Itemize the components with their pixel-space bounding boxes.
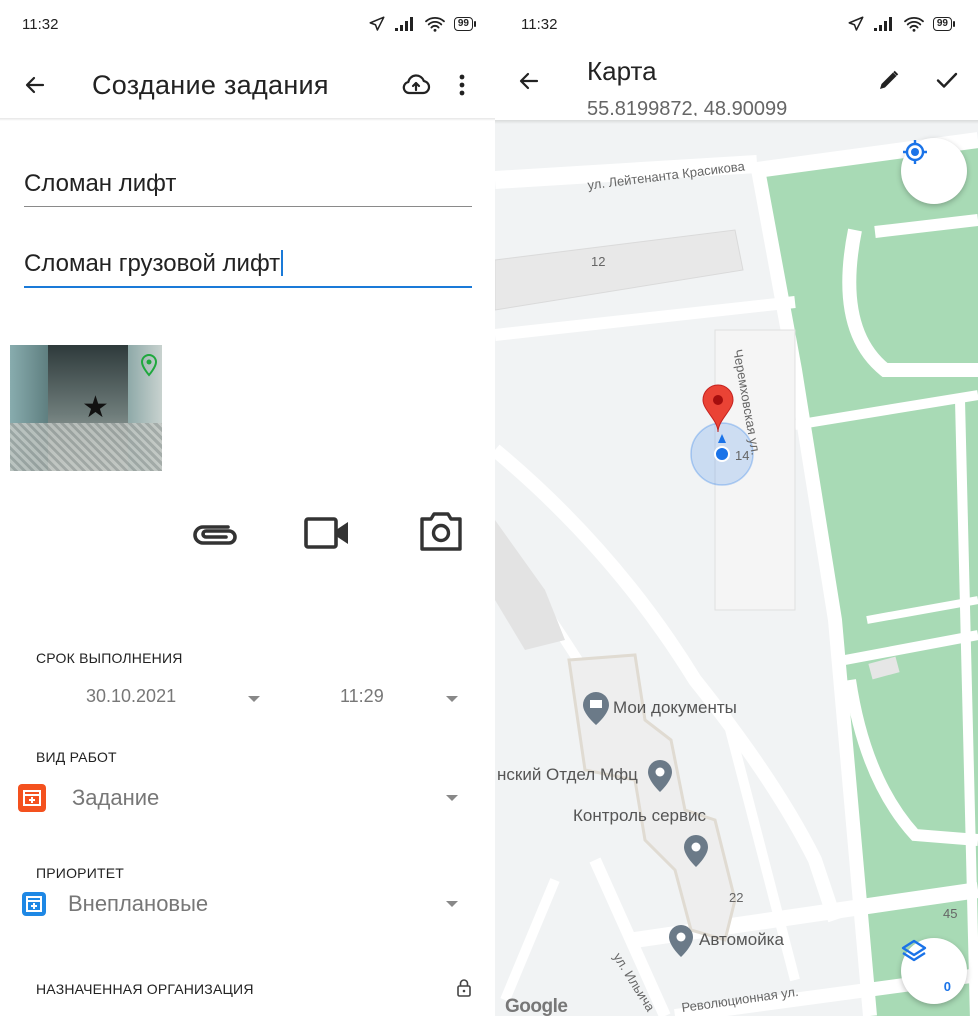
wifi-icon — [903, 17, 924, 32]
house-number-12: 12 — [591, 254, 606, 269]
priority-unscheduled-icon — [22, 892, 46, 916]
task-title-value: Сломан лифт — [24, 170, 177, 197]
videocam-icon — [304, 517, 348, 549]
priority-label: ПРИОРИТЕТ — [36, 865, 124, 881]
map-app-bar: Карта 55.8199872, 48.90099 — [495, 48, 978, 120]
signal-icon — [873, 17, 892, 31]
map-back-button[interactable] — [517, 68, 541, 100]
assigned-org-label: НАЗНАЧЕННАЯ ОРГАНИЗАЦИЯ — [36, 981, 254, 997]
priority-value: Внеплановые — [68, 891, 209, 916]
task-description-value: Сломан грузовой лифт — [24, 250, 281, 277]
lock-icon — [457, 979, 471, 997]
pencil-icon — [880, 70, 899, 89]
priority-select[interactable]: Внеплановые — [22, 886, 495, 922]
attached-photo-thumbnail[interactable]: ★ — [10, 345, 162, 471]
priority-dropdown-caret-icon — [446, 901, 458, 907]
attach-file-button[interactable] — [190, 516, 240, 555]
layers-count-badge: 0 — [943, 979, 951, 994]
arrow-back-icon — [25, 76, 45, 94]
poi-avtomoyka[interactable]: Автомойка — [699, 930, 784, 950]
my-location-button[interactable] — [901, 138, 967, 204]
text-cursor — [281, 250, 284, 276]
arrow-back-icon — [519, 72, 539, 90]
date-dropdown-caret-icon[interactable] — [248, 696, 260, 702]
map-canvas — [495, 120, 978, 1016]
task-create-screen: 11:32 99 Создание задания Сломан лифт Сл… — [0, 0, 495, 1016]
status-bar: 11:32 99 — [0, 0, 495, 48]
record-video-button[interactable] — [304, 516, 352, 555]
take-photo-button[interactable] — [418, 510, 464, 557]
google-logo: Google — [505, 996, 568, 1016]
wifi-icon — [424, 17, 445, 32]
deadline-date-select[interactable]: 30.10.2021 — [86, 686, 176, 707]
map-coordinates: 55.8199872, 48.90099 — [587, 98, 788, 116]
location-pin-icon — [140, 354, 158, 377]
signal-icon — [394, 17, 413, 31]
status-time-map: 11:32 — [521, 15, 558, 33]
map-layers-button[interactable]: 0 — [901, 938, 967, 1004]
more-vert-icon — [459, 74, 465, 96]
location-arrow-icon — [369, 16, 385, 31]
more-menu-button[interactable] — [439, 73, 485, 97]
task-description-wrapper: Сломан грузовой лифт — [24, 250, 472, 286]
layers-icon — [901, 939, 927, 962]
battery-indicator: 99 — [932, 17, 956, 31]
confirm-location-button[interactable] — [935, 68, 959, 97]
work-type-label: ВИД РАБОТ — [36, 749, 117, 765]
status-icons: 99 — [368, 15, 477, 33]
map-screen: 11:32 99 Карта 55.8199872, 48.90099 ул. … — [495, 0, 978, 1016]
check-icon — [936, 72, 958, 88]
map-app-bar-divider — [495, 120, 978, 124]
house-number-22: 22 — [729, 890, 744, 905]
task-description-field[interactable]: Сломан грузовой лифт — [24, 250, 472, 288]
deadline-row: 30.10.2021 11:29 — [0, 686, 495, 712]
work-type-task-icon — [18, 784, 46, 812]
paperclip-icon — [193, 525, 237, 545]
poi-kontrol-servis[interactable]: Контроль сервис — [573, 806, 706, 826]
battery-indicator: 99 — [453, 17, 477, 31]
page-title: Создание задания — [92, 69, 329, 100]
edit-location-button[interactable] — [877, 68, 901, 97]
house-number-45: 45 — [943, 906, 958, 921]
upload-button[interactable] — [393, 73, 439, 97]
map-view[interactable]: ул. Лейтенанта Красикова Черемховская ул… — [495, 120, 978, 1016]
status-icons-map: 99 — [847, 15, 956, 33]
cloud-upload-icon — [402, 74, 431, 95]
work-type-dropdown-caret-icon — [446, 795, 458, 801]
house-number-14: 14 — [735, 448, 750, 463]
status-time: 11:32 — [22, 15, 59, 33]
camera-icon — [420, 512, 462, 551]
app-bar: Создание задания — [0, 52, 495, 118]
map-title: Карта — [587, 56, 657, 86]
attachment-actions — [0, 510, 495, 560]
time-dropdown-caret-icon[interactable] — [446, 696, 458, 702]
work-type-value: Задание — [72, 785, 160, 810]
deadline-label: СРОК ВЫПОЛНЕНИЯ — [36, 650, 183, 666]
my-location-icon — [903, 140, 927, 164]
location-arrow-icon — [848, 16, 864, 31]
poi-mfc[interactable]: нский Отдел Мфц — [497, 765, 638, 785]
status-bar-map: 11:32 99 — [495, 0, 978, 48]
work-type-select[interactable]: Задание — [18, 780, 495, 816]
app-bar-divider — [0, 118, 495, 121]
task-title-field[interactable]: Сломан лифт — [24, 170, 472, 207]
deadline-time-select[interactable]: 11:29 — [340, 686, 384, 707]
poi-moi-dokumenty[interactable]: Мои документы — [613, 698, 737, 718]
star-icon: ★ — [82, 391, 109, 424]
back-button[interactable] — [0, 73, 70, 97]
